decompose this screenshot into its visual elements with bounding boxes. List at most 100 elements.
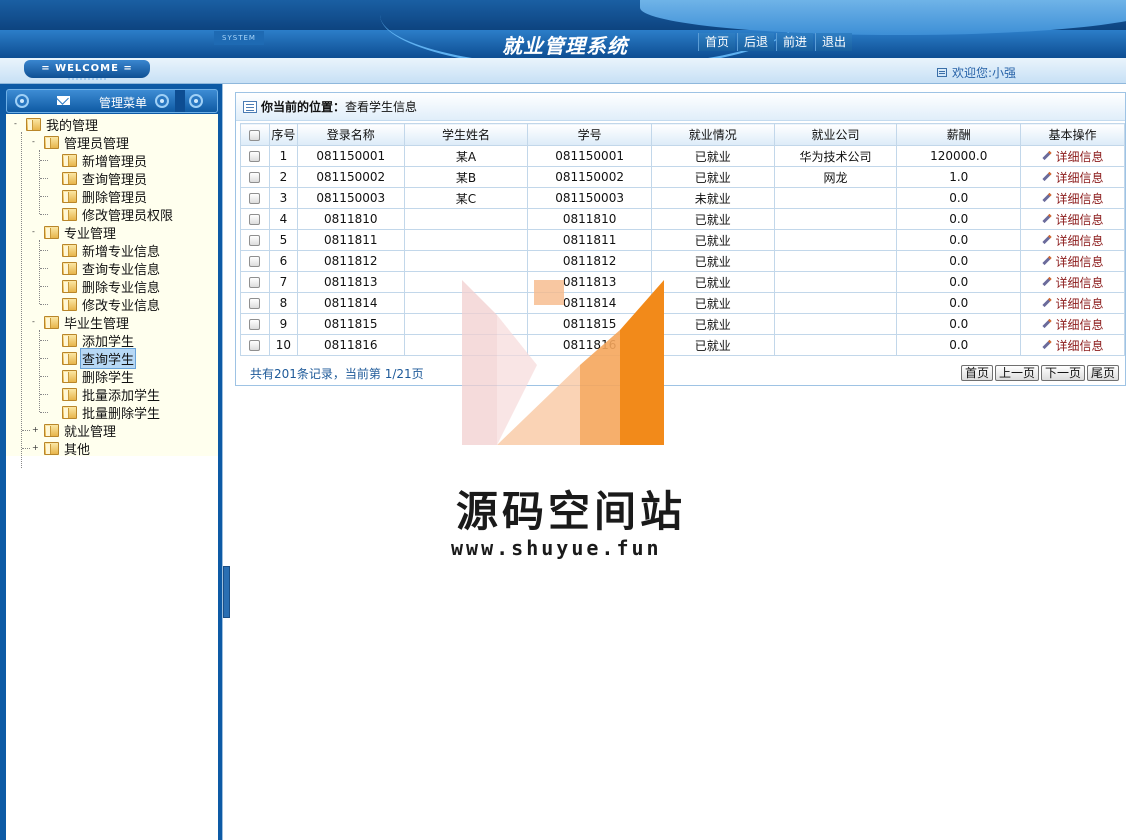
row-checkbox[interactable]	[249, 193, 261, 204]
row-checkbox[interactable]	[249, 340, 261, 351]
tree-item-edit-admin-rights[interactable]: 修改管理员权限	[62, 205, 175, 224]
tree-item-add-admin[interactable]: 新增管理员	[62, 151, 149, 170]
frame-splitter[interactable]	[222, 84, 230, 840]
tree-group-admin[interactable]: 管理员管理	[44, 133, 131, 152]
envelope-icon	[57, 96, 70, 105]
folder-icon	[62, 351, 77, 365]
row-checkbox[interactable]	[249, 298, 261, 309]
cell-login: 0811814	[296, 292, 405, 314]
tree-item-delete-admin[interactable]: 删除管理员	[62, 187, 149, 206]
tree-group-employment[interactable]: 就业管理	[44, 421, 118, 440]
detail-link[interactable]: 详细信息	[1056, 318, 1104, 332]
logo-shape	[620, 280, 664, 445]
tree-line	[22, 430, 30, 431]
detail-link[interactable]: 详细信息	[1056, 150, 1104, 164]
list-icon	[243, 100, 257, 113]
select-all-checkbox[interactable]	[249, 129, 261, 141]
nav-back[interactable]: 后退	[737, 33, 775, 51]
detail-link[interactable]: 详细信息	[1056, 213, 1104, 227]
app-title: 就业管理系统	[502, 34, 628, 58]
folder-open-icon	[44, 135, 59, 149]
nav-forward[interactable]: 前进	[776, 33, 814, 51]
tree-line	[40, 340, 48, 341]
detail-link[interactable]: 详细信息	[1056, 297, 1104, 311]
last-page-button[interactable]: 尾页	[1086, 365, 1119, 381]
tree-item-delete-major[interactable]: 删除专业信息	[62, 277, 162, 296]
cell-no: 3	[268, 187, 298, 209]
row-checkbox[interactable]	[249, 235, 261, 246]
table-row: 6 0811812 0811812 已就业 0.0 详细信息	[240, 250, 1125, 272]
collapse-icon[interactable]: -	[32, 138, 39, 146]
detail-link[interactable]: 详细信息	[1056, 192, 1104, 206]
tree-item-add-major[interactable]: 新增专业信息	[62, 241, 162, 260]
splitter-grip[interactable]	[223, 566, 230, 618]
tree-item-batch-add-student[interactable]: 批量添加学生	[62, 385, 162, 404]
tree-group-graduate[interactable]: 毕业生管理	[44, 313, 131, 332]
cell-sid: 0811810	[527, 208, 652, 230]
cell-login: 081150003	[296, 187, 405, 209]
pencil-icon	[1041, 255, 1052, 265]
tree-item-query-major[interactable]: 查询专业信息	[62, 259, 162, 278]
row-checkbox[interactable]	[249, 277, 261, 288]
row-checkbox[interactable]	[249, 151, 261, 162]
cell-login: 0811812	[296, 250, 405, 272]
nav-logout[interactable]: 退出	[815, 33, 853, 51]
detail-link[interactable]: 详细信息	[1056, 339, 1104, 353]
cell-status: 已就业	[651, 250, 775, 272]
cell-login: 0811813	[296, 271, 405, 293]
cell-no: 2	[268, 166, 298, 188]
collapse-icon[interactable]: -	[32, 318, 39, 326]
cell-status: 已就业	[651, 166, 775, 188]
next-page-button[interactable]: 下一页	[1040, 365, 1085, 381]
pencil-icon	[1041, 318, 1052, 328]
collapse-icon[interactable]: -	[14, 120, 21, 128]
cell-status: 未就业	[651, 187, 775, 209]
row-checkbox[interactable]	[249, 256, 261, 267]
location-value: 查看学生信息	[345, 100, 418, 114]
cell-company: 华为技术公司	[773, 145, 898, 167]
cell-status: 已就业	[651, 145, 775, 167]
tree-group-major[interactable]: 专业管理	[44, 223, 118, 242]
tree-group-other[interactable]: 其他	[44, 439, 92, 458]
tree-item-add-student[interactable]: 添加学生	[62, 331, 136, 350]
circle-button-icon[interactable]	[15, 94, 29, 108]
cell-salary: 0.0	[896, 250, 1022, 272]
tree-line	[40, 412, 48, 413]
tree-item-query-student[interactable]: 查询学生	[62, 347, 137, 369]
greeting-text: 欢迎您:小强	[952, 66, 1017, 80]
top-header: SYSTEM 就业管理系统 首页 后退 前进 退出	[0, 0, 1126, 58]
collapse-icon[interactable]: -	[32, 228, 39, 236]
row-checkbox[interactable]	[249, 319, 261, 330]
detail-link[interactable]: 详细信息	[1056, 255, 1104, 269]
cell-status: 已就业	[651, 229, 775, 251]
tree-item-query-admin[interactable]: 查询管理员	[62, 169, 149, 188]
detail-link[interactable]: 详细信息	[1056, 276, 1104, 290]
prev-page-button[interactable]: 上一页	[994, 365, 1039, 381]
cell-login: 0811810	[296, 208, 405, 230]
circle-button-icon[interactable]	[189, 94, 203, 108]
nav-home[interactable]: 首页	[698, 33, 736, 51]
tree-line	[40, 286, 48, 287]
first-page-button[interactable]: 首页	[960, 365, 993, 381]
tree-item-delete-student[interactable]: 删除学生	[62, 367, 136, 386]
expand-icon[interactable]: +	[32, 444, 39, 452]
tree-item-batch-delete-student[interactable]: 批量删除学生	[62, 403, 162, 422]
system-tag: SYSTEM	[214, 31, 264, 45]
detail-link[interactable]: 详细信息	[1056, 234, 1104, 248]
circle-button-icon[interactable]	[155, 94, 169, 108]
cell-no: 10	[268, 334, 298, 356]
row-select-cell	[240, 313, 270, 335]
row-checkbox[interactable]	[249, 172, 261, 183]
welcome-tab: = WELCOME =	[24, 60, 150, 80]
logo-shape	[462, 280, 497, 445]
folder-icon	[62, 207, 77, 221]
expand-icon[interactable]: +	[32, 426, 39, 434]
user-greeting: 欢迎您:小强	[937, 64, 1016, 81]
cell-sid: 081150002	[527, 166, 652, 188]
row-checkbox[interactable]	[249, 214, 261, 225]
watermark-url: www.shuyue.fun	[451, 536, 662, 560]
detail-link[interactable]: 详细信息	[1056, 171, 1104, 185]
tree-line	[40, 250, 48, 251]
tree-root[interactable]: 我的管理	[26, 115, 100, 134]
tree-item-edit-major[interactable]: 修改专业信息	[62, 295, 162, 314]
